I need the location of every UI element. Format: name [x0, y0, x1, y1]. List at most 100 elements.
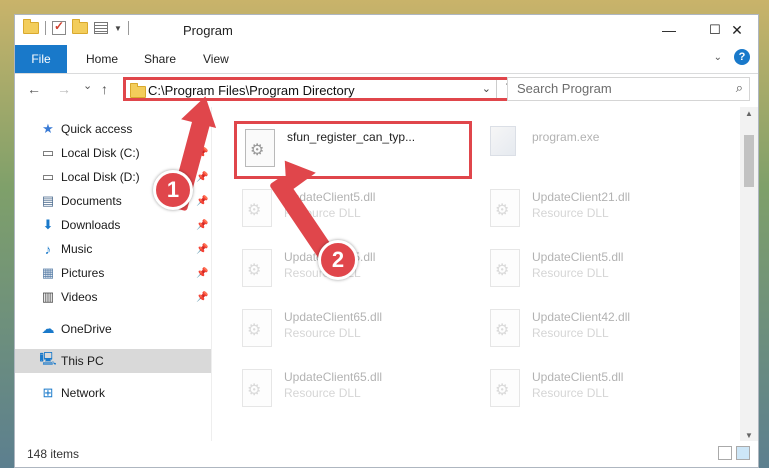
- search-icon[interactable]: ⌕: [736, 80, 743, 96]
- annotation-step-2: 2: [318, 240, 358, 280]
- address-path[interactable]: C:\Program Files\Program Directory: [148, 83, 355, 98]
- customize-icon[interactable]: [94, 22, 108, 34]
- toolbar-separator: [45, 21, 46, 35]
- file-name: sfun_register_can_typ...: [287, 130, 416, 144]
- search-box[interactable]: Search Program ⌕: [507, 77, 750, 101]
- back-button[interactable]: ←: [27, 81, 41, 97]
- file-name: UpdateClient5.dll: [532, 370, 624, 384]
- up-button[interactable]: ↑: [101, 81, 108, 97]
- chevron-down-icon[interactable]: ▼: [114, 24, 122, 33]
- scroll-down-icon[interactable]: ▼: [745, 431, 753, 440]
- sidebar-item-label: Local Disk (D:): [61, 170, 140, 184]
- file-item[interactable]: UpdateClient21.dll Resource DLL: [482, 184, 712, 234]
- new-folder-icon[interactable]: [72, 19, 88, 34]
- file-type: Resource DLL: [532, 326, 609, 340]
- expand-ribbon-icon[interactable]: ⌄: [714, 52, 722, 63]
- file-name: UpdateClient65.dll: [284, 310, 383, 324]
- sidebar-item[interactable]: ♪ Music 📌: [15, 237, 211, 261]
- dll-file-icon: [490, 369, 520, 407]
- sidebar-item[interactable]: ▥ Videos 📌: [15, 285, 211, 309]
- pin-icon[interactable]: 📌: [196, 196, 208, 207]
- file-type: Resource DLL: [532, 206, 609, 220]
- file-item[interactable]: UpdateClient42.dll Resource DLL: [482, 304, 712, 354]
- tab-file[interactable]: File: [15, 45, 67, 73]
- address-dropdown-icon[interactable]: ⌄: [482, 82, 491, 95]
- scrollbar-thumb[interactable]: [744, 135, 754, 187]
- file-explorer-window: ▼ Program — ☐ ✕ File Home Share View ⌄ ?…: [14, 14, 759, 468]
- properties-check-icon[interactable]: [52, 19, 66, 35]
- dll-file-icon: [490, 309, 520, 347]
- details-view-icon[interactable]: [718, 446, 732, 460]
- status-bar: 148 items: [15, 441, 758, 467]
- file-name: UpdateClient21.dll: [532, 190, 631, 204]
- sidebar-item-label: Quick access: [61, 122, 133, 136]
- quick-access-toolbar: ▼: [23, 19, 129, 35]
- sidebar-item-label: Pictures: [61, 266, 105, 280]
- question-icon[interactable]: ?: [734, 49, 750, 65]
- sidebar-item-label: This PC: [61, 354, 104, 368]
- videos-icon: ▥: [41, 289, 55, 304]
- dll-file-icon: [242, 249, 272, 287]
- sidebar-item-label: Videos: [61, 290, 98, 304]
- sidebar-item-label: Downloads: [61, 218, 121, 232]
- file-type: Resource DLL: [284, 386, 361, 400]
- close-button[interactable]: ✕: [714, 15, 760, 45]
- sidebar-item[interactable]: 🖳 This PC: [15, 349, 211, 373]
- dll-file-icon: [242, 309, 272, 347]
- file-item[interactable]: program.exe: [482, 124, 712, 174]
- network-icon: ⊞: [42, 385, 54, 400]
- file-type: Resource DLL: [532, 386, 609, 400]
- cloud-icon: ☁: [41, 321, 55, 336]
- sidebar-item[interactable]: ☁ OneDrive: [15, 317, 211, 341]
- file-item[interactable]: UpdateClient65.dll Resource DLL: [234, 364, 464, 414]
- star-icon: ★: [42, 121, 54, 136]
- tab-view[interactable]: View: [193, 45, 239, 73]
- pin-icon[interactable]: 📌: [196, 292, 208, 303]
- dll-file-icon: [490, 189, 520, 227]
- documents-icon: ▤: [41, 193, 55, 208]
- toolbar-separator: [127, 21, 129, 35]
- drive-icon: ▭: [41, 169, 55, 184]
- sidebar-item[interactable]: ▦ Pictures 📌: [15, 261, 211, 285]
- music-icon: ♪: [44, 241, 52, 257]
- dll-file-icon: [242, 189, 272, 227]
- folder-icon: [23, 19, 39, 34]
- address-divider: [496, 80, 497, 98]
- file-type: Resource DLL: [532, 266, 609, 280]
- pin-icon[interactable]: 📌: [196, 220, 208, 231]
- scroll-up-icon[interactable]: ▲: [745, 109, 753, 118]
- file-item[interactable]: UpdateClient5.dllResource DLL: [234, 184, 464, 234]
- file-name: UpdateClient65.dll: [284, 370, 383, 384]
- search-placeholder[interactable]: Search Program: [517, 81, 612, 96]
- application-icon: [490, 126, 516, 156]
- file-item[interactable]: UpdateClient5.dllResource DLL: [482, 244, 712, 294]
- sidebar-item[interactable]: ★ Quick access: [15, 117, 211, 141]
- tab-share[interactable]: Share: [134, 45, 186, 73]
- file-name: UpdateClient42.dll: [532, 310, 631, 324]
- computer-icon: 🖳: [39, 351, 57, 366]
- pin-icon[interactable]: 📌: [196, 172, 208, 183]
- pin-icon[interactable]: 📌: [196, 244, 208, 255]
- window-title: Program: [183, 23, 233, 38]
- address-bar[interactable]: C:\Program Files\Program Directory ⌄ ↻: [123, 77, 524, 101]
- ribbon-tabs: File Home Share View ⌄ ?: [15, 45, 758, 74]
- tab-home[interactable]: Home: [76, 45, 128, 73]
- folder-icon: [130, 83, 146, 98]
- navigation-bar: ← → ⌄ ↑ C:\Program Files\Program Directo…: [15, 74, 758, 106]
- sidebar-item-label: Local Disk (C:): [61, 146, 140, 160]
- file-item[interactable]: UpdateClient65.dll Resource DLL: [234, 304, 464, 354]
- forward-button[interactable]: →: [57, 81, 71, 97]
- large-icons-view-icon[interactable]: [736, 446, 750, 460]
- pin-icon[interactable]: 📌: [196, 268, 208, 279]
- sidebar-item-label: Network: [61, 386, 106, 400]
- sidebar-item[interactable]: ⊞ Network: [15, 381, 211, 405]
- recent-locations-button[interactable]: ⌄: [83, 79, 92, 92]
- sidebar-item[interactable]: ⬇ Downloads 📌: [15, 213, 211, 237]
- vertical-scrollbar[interactable]: ▲ ▼: [740, 107, 758, 442]
- pictures-icon: ▦: [41, 265, 55, 280]
- sidebar-item-label: Documents: [61, 194, 122, 208]
- minimize-button[interactable]: —: [646, 15, 692, 45]
- title-bar[interactable]: ▼ Program — ☐ ✕: [15, 15, 758, 45]
- file-item[interactable]: UpdateClient5.dll Resource DLL: [482, 364, 712, 414]
- annotation-step-1: 1: [153, 170, 193, 210]
